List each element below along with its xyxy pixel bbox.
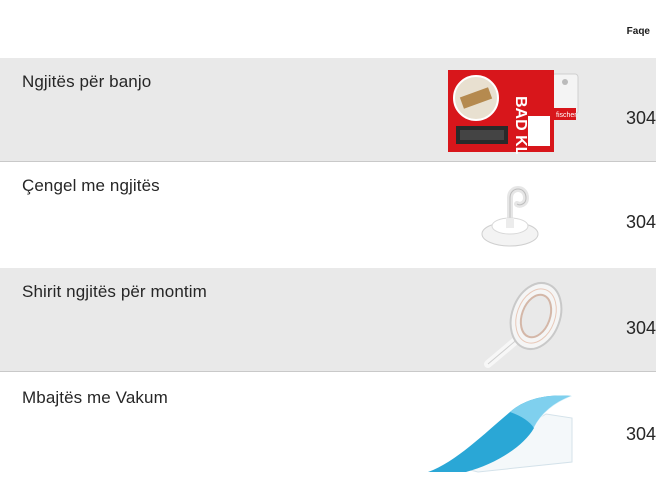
entry-title: Shirit ngjitës për montim	[22, 282, 207, 301]
page-number: 304	[625, 212, 656, 232]
entry-title: Çengel me ngjitës	[22, 176, 160, 195]
mounting-tape-roll-icon	[478, 274, 568, 379]
page-number: 304	[625, 108, 656, 128]
package-text: BAD KLEBER	[512, 96, 529, 154]
bath-adhesive-package-icon: BAD KLEBER fischer	[446, 68, 586, 201]
list-item[interactable]: Çengel me ngjitës 304	[0, 162, 656, 266]
list-item[interactable]: Mbajtës me Vakum 304	[0, 374, 656, 479]
list-item[interactable]: Ngjitës për banjo BAD KLEBER fischer 304	[0, 58, 656, 201]
page-number: 304	[625, 424, 656, 444]
entry-title: Ngjitës për banjo	[22, 72, 152, 91]
vacuum-pad-icon	[426, 392, 576, 483]
adhesive-hook-icon	[470, 176, 550, 261]
list-item[interactable]: Shirit ngjitës për montim 304	[0, 268, 656, 372]
page-header: Faqe	[0, 0, 656, 58]
page-column-label: Faqe	[626, 26, 650, 37]
row-divider	[0, 371, 656, 372]
page-number: 304	[625, 318, 656, 338]
entry-title: Mbajtës me Vakum	[22, 388, 168, 407]
brand-label: fischer	[556, 112, 577, 119]
